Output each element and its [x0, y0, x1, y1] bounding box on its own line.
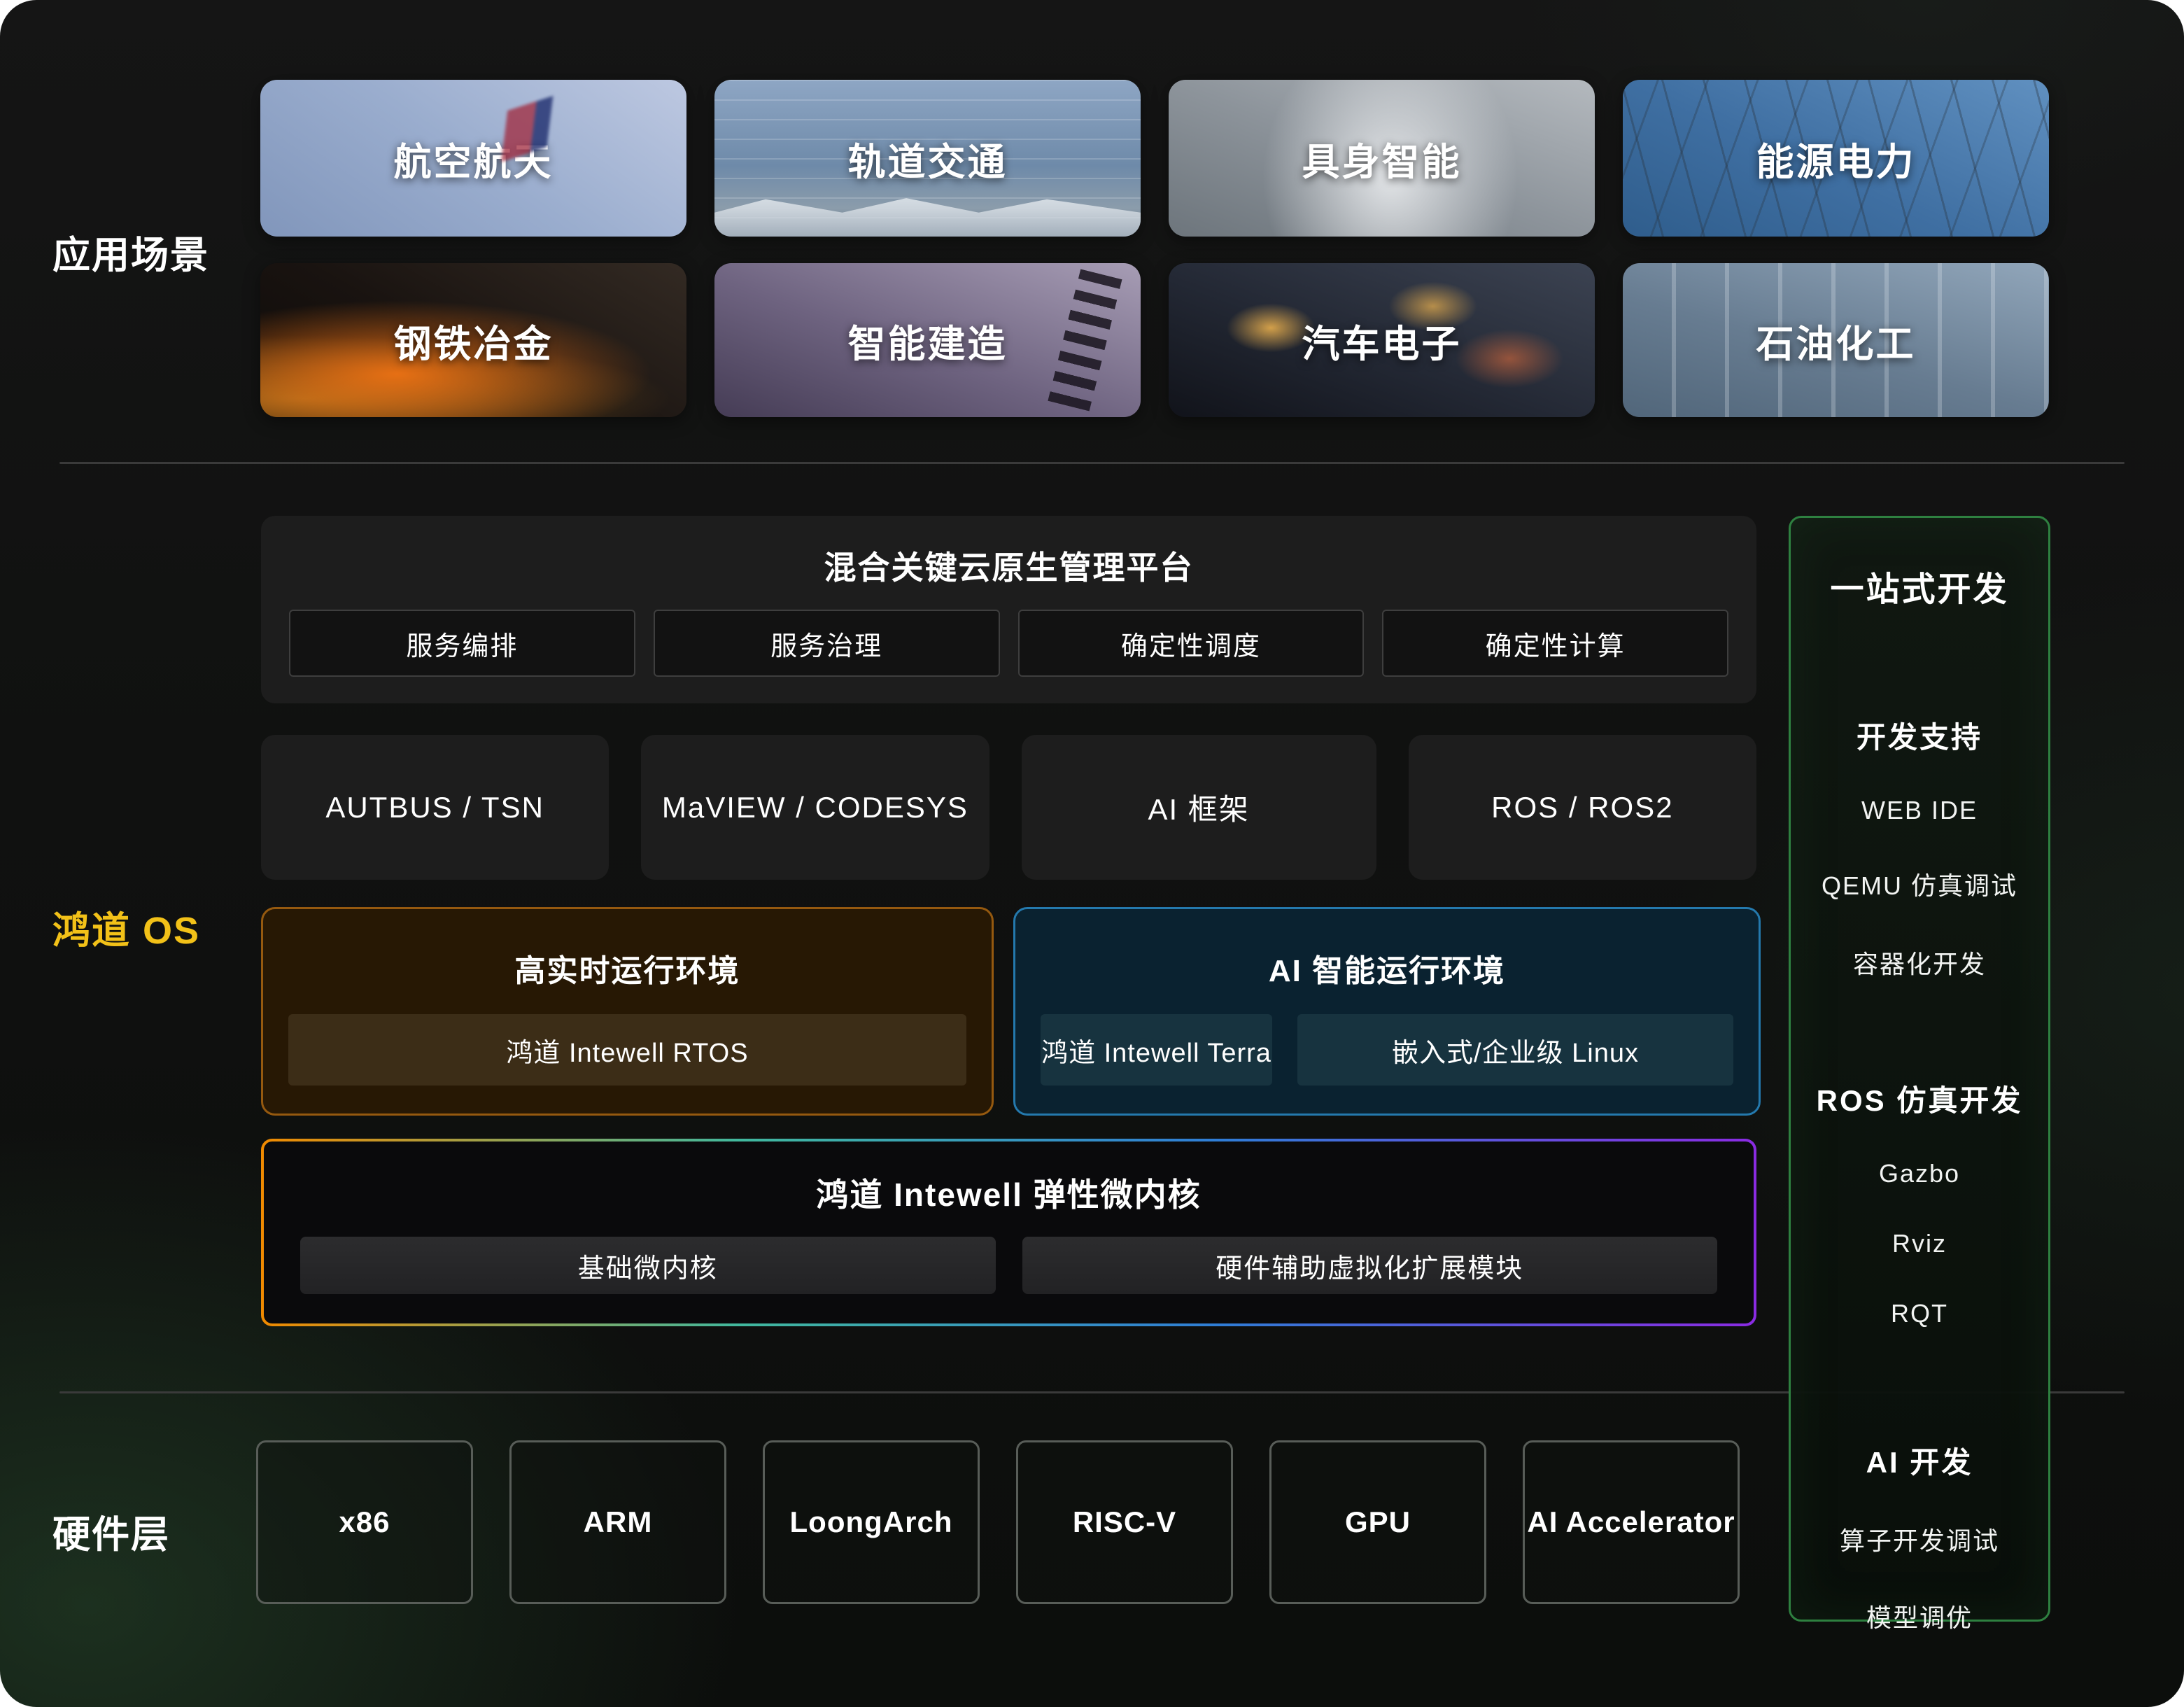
scenario-card-embodied-ai: 具身智能 — [1169, 80, 1595, 237]
cloud-platform-title: 混合关键云原生管理平台 — [261, 542, 1756, 589]
middleware-autbus-tsn: AUTBUS / TSN — [261, 735, 609, 880]
sidebar-heading-dev-support: 开发支持 — [1857, 714, 1982, 757]
ai-runtime-items: 鸿道 Intewell Terra 嵌入式/企业级 Linux — [1015, 990, 1759, 1114]
middleware-maview-codesys: MaVIEW / CODESYS — [641, 735, 989, 880]
card-label: 钢铁冶金 — [260, 263, 686, 417]
ai-runtime-title: AI 智能运行环境 — [1015, 946, 1759, 990]
sidebar-item-web-ide: WEB IDE — [1861, 796, 1978, 825]
sidebar-item-rqt: RQT — [1891, 1299, 1948, 1328]
sidebar-item-container-dev: 容器化开发 — [1853, 944, 1986, 981]
sidebar-item-gazbo: Gazbo — [1879, 1159, 1960, 1188]
scenario-card-automotive-electronics: 汽车电子 — [1169, 263, 1595, 417]
microkernel-panel: 鸿道 Intewell 弹性微内核 基础微内核 硬件辅助虚拟化扩展模块 — [264, 1141, 1754, 1323]
scenario-card-energy-power: 能源电力 — [1623, 80, 2049, 237]
sidebar-item-model-tuning: 模型调优 — [1866, 1598, 1973, 1634]
card-label: 汽车电子 — [1169, 263, 1595, 417]
sidebar-item-operator-dev-debug: 算子开发调试 — [1840, 1521, 1999, 1557]
hardware-riscv: RISC-V — [1016, 1440, 1233, 1604]
middleware-ai-framework: AI 框架 — [1022, 735, 1376, 880]
hardware-ai-accelerator: AI Accelerator — [1523, 1440, 1740, 1604]
scenario-card-smart-construction: 智能建造 — [714, 263, 1141, 417]
realtime-runtime-items: 鸿道 Intewell RTOS — [263, 990, 992, 1114]
scenario-card-aerospace: 航空航天 — [260, 80, 686, 237]
scenario-card-petrochemical: 石油化工 — [1623, 263, 2049, 417]
sidebar-item-rviz: Rviz — [1892, 1229, 1947, 1258]
embedded-enterprise-linux-chip: 嵌入式/企业级 Linux — [1297, 1014, 1733, 1086]
realtime-runtime-title: 高实时运行环境 — [263, 946, 992, 990]
microkernel-items: 基础微内核 硬件辅助虚拟化扩展模块 — [264, 1216, 1754, 1323]
hardware-gpu: GPU — [1269, 1440, 1486, 1604]
intewell-terra-chip: 鸿道 Intewell Terra — [1041, 1014, 1272, 1086]
section-label-os: 鸿道 OS — [52, 899, 200, 955]
section-label-scenarios: 应用场景 — [52, 224, 209, 279]
intewell-rtos-chip: 鸿道 Intewell RTOS — [288, 1014, 966, 1086]
sidebar-heading-ai-dev: AI 开发 — [1866, 1439, 1973, 1482]
cloud-platform-panel: 混合关键云原生管理平台 服务编排 服务治理 确定性调度 确定性计算 — [261, 516, 1756, 703]
hardware-x86: x86 — [256, 1440, 473, 1604]
card-label: 轨道交通 — [714, 80, 1141, 237]
horizontal-divider-top — [59, 462, 2125, 464]
scenario-card-grid: 航空航天 轨道交通 具身智能 能源电力 钢铁冶金 智能建造 汽车电子 石油化工 — [260, 80, 2049, 417]
hardware-arm: ARM — [509, 1440, 726, 1604]
card-label: 能源电力 — [1623, 80, 2049, 237]
card-label: 具身智能 — [1169, 80, 1595, 237]
middleware-ros: ROS / ROS2 — [1409, 735, 1756, 880]
hardware-loongarch: LoongArch — [763, 1440, 980, 1604]
ai-runtime-panel: AI 智能运行环境 鸿道 Intewell Terra 嵌入式/企业级 Linu… — [1013, 907, 1761, 1116]
card-label: 航空航天 — [260, 80, 686, 237]
cloud-item-deterministic-scheduling: 确定性调度 — [1018, 610, 1365, 677]
diagram-canvas: 应用场景 鸿道 OS 硬件层 航空航天 轨道交通 具身智能 能源电力 钢铁冶金 … — [0, 0, 2184, 1707]
cloud-platform-items: 服务编排 服务治理 确定性调度 确定性计算 — [261, 589, 1756, 703]
sidebar-item-qemu-debug: QEMU 仿真调试 — [1822, 866, 2017, 902]
cloud-item-deterministic-computing: 确定性计算 — [1382, 610, 1728, 677]
middleware-row: AUTBUS / TSN MaVIEW / CODESYS AI 框架 ROS … — [261, 735, 1756, 880]
card-label: 石油化工 — [1623, 263, 2049, 417]
one-stop-dev-sidebar: 一站式开发 开发支持 WEB IDE QEMU 仿真调试 容器化开发 ROS 仿… — [1789, 516, 2050, 1622]
hardware-row: x86 ARM LoongArch RISC-V GPU AI Accelera… — [256, 1440, 1740, 1604]
scenario-card-rail-transit: 轨道交通 — [714, 80, 1141, 237]
scenario-card-steel-metallurgy: 钢铁冶金 — [260, 263, 686, 417]
card-label: 智能建造 — [714, 263, 1141, 417]
sidebar-heading-ros-sim: ROS 仿真开发 — [1817, 1077, 2023, 1120]
cloud-item-service-governance: 服务治理 — [654, 610, 1000, 677]
microkernel-panel-border: 鸿道 Intewell 弹性微内核 基础微内核 硬件辅助虚拟化扩展模块 — [261, 1139, 1756, 1326]
section-label-hardware: 硬件层 — [52, 1503, 170, 1559]
hw-assisted-virtualization-chip: 硬件辅助虚拟化扩展模块 — [1022, 1237, 1718, 1294]
microkernel-title: 鸿道 Intewell 弹性微内核 — [264, 1169, 1754, 1216]
realtime-runtime-panel: 高实时运行环境 鸿道 Intewell RTOS — [261, 907, 994, 1116]
cloud-item-service-orchestration: 服务编排 — [289, 610, 635, 677]
sidebar-title: 一站式开发 — [1830, 561, 2008, 610]
base-microkernel-chip: 基础微内核 — [300, 1237, 996, 1294]
